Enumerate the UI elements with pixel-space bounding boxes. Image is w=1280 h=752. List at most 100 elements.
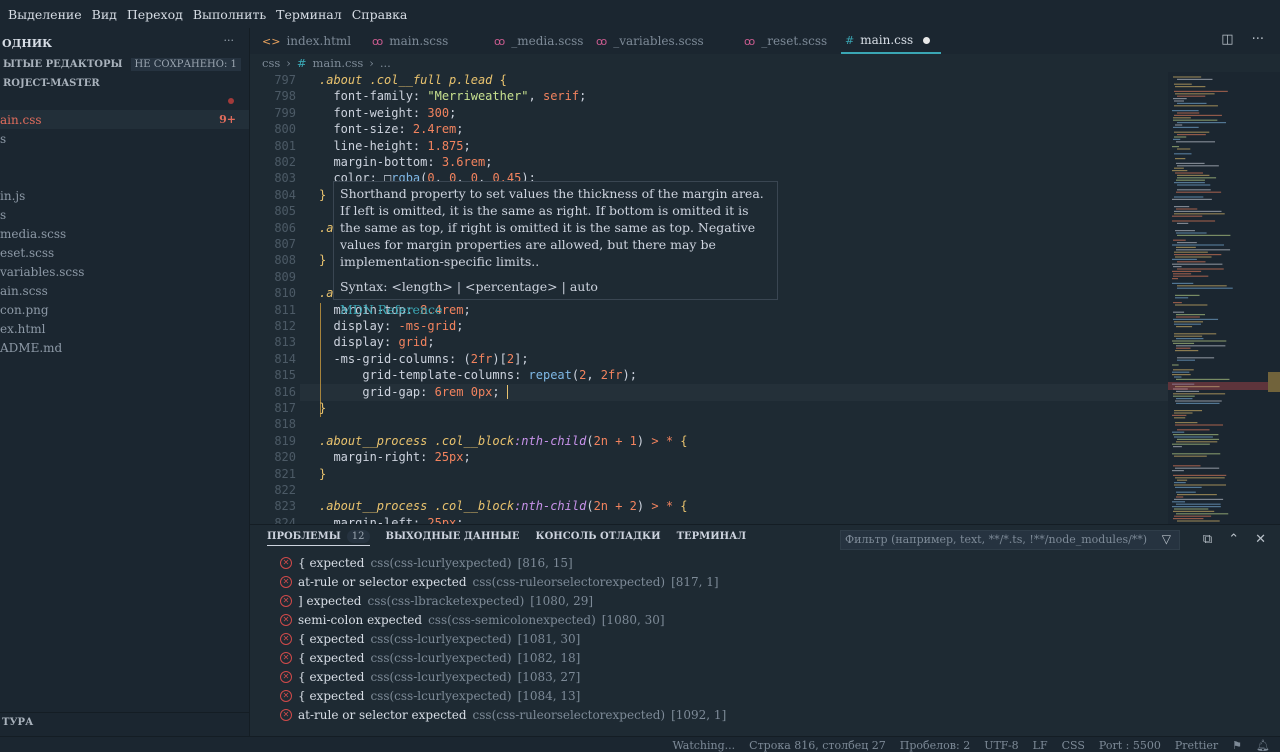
problem-item[interactable]: ✕ at-rule or selector expected css(css-rul…: [280, 572, 719, 591]
menu-item-run[interactable]: Выполнить: [193, 7, 266, 22]
file-tree-item[interactable]: media.scss: [0, 224, 249, 243]
problem-item[interactable]: ✕ { expected css(css-lcurlyexpected) [1081,…: [280, 629, 580, 648]
file-tree-item[interactable]: ain.css 9+: [0, 110, 249, 129]
problem-item[interactable]: ✕ semi-colon expected css(css-semicolonexp…: [280, 610, 665, 629]
problems-filter-input[interactable]: Фильтр (например, text, **/*.ts, !**/nod…: [840, 530, 1180, 550]
code-line[interactable]: }: [319, 253, 326, 267]
cursor-position[interactable]: Строка 816, столбец 27: [749, 739, 886, 752]
language-mode[interactable]: CSS: [1062, 739, 1085, 752]
file-tree-item[interactable]: s: [0, 129, 249, 148]
maximize-panel-icon[interactable]: ⌃: [1228, 532, 1239, 547]
problem-item[interactable]: ✕ { expected css(css-lcurlyexpected) [1083,…: [280, 667, 580, 686]
menu-item-go[interactable]: Переход: [127, 7, 183, 22]
open-editors-section[interactable]: ЫТЫЕ РЕДАКТОРЫ НЕ СОХРАНЕНО: 1: [0, 55, 249, 73]
code-line[interactable]: grid-template-columns: repeat(2, 2fr);: [319, 368, 637, 382]
file-tree-item[interactable]: variables.scss: [0, 262, 249, 281]
minimap-line: [1175, 256, 1212, 258]
minimap-line: [1173, 342, 1195, 344]
file-tree-item[interactable]: ex.html: [0, 319, 249, 338]
unsaved-dot-icon[interactable]: [923, 36, 931, 44]
indentation[interactable]: Пробелов: 2: [900, 739, 970, 752]
minimap-line: [1172, 414, 1187, 416]
problem-code: css(css-ruleorselectorexpected): [472, 707, 666, 722]
code-line[interactable]: -ms-grid-columns: (2fr)[2];: [319, 352, 528, 366]
breadcrumb-file[interactable]: main.css: [313, 56, 364, 70]
project-folder[interactable]: ROJECT-MASTER: [0, 74, 249, 92]
breadcrumb-more[interactable]: ...: [380, 56, 391, 70]
line-endings[interactable]: LF: [1033, 739, 1048, 752]
file-tree-item[interactable]: in.js: [0, 186, 249, 205]
code-line[interactable]: }: [319, 188, 326, 202]
code-line[interactable]: margin-bottom: 3.6rem;: [319, 155, 492, 169]
file-tree-item[interactable]: ADME.md: [0, 338, 249, 357]
file-tree-item[interactable]: s: [0, 205, 249, 224]
tab-variables-scss[interactable]: ꝏ _variables.scss: [596, 28, 704, 54]
code-line[interactable]: .a: [319, 221, 333, 235]
minimap-line: [1176, 162, 1205, 164]
menu-item-terminal[interactable]: Терминал: [276, 7, 342, 22]
filter-icon[interactable]: ▽: [1162, 532, 1171, 546]
tab-reset-scss[interactable]: ꝏ _reset.scss: [744, 28, 827, 54]
outline-section[interactable]: ТУРА: [0, 712, 249, 732]
tab-main-scss[interactable]: ꝏ main.scss: [372, 28, 448, 54]
minimap-line: [1177, 261, 1206, 263]
encoding[interactable]: UTF-8: [984, 739, 1018, 752]
minimap-line: [1173, 302, 1182, 304]
feedback-icon[interactable]: ⚑: [1232, 739, 1242, 752]
tab-terminal[interactable]: ТЕРМИНАЛ: [677, 531, 747, 546]
menu-item-selection[interactable]: Выделение: [8, 7, 82, 22]
notifications-icon[interactable]: 🔔︎: [1256, 739, 1270, 752]
minimap-line: [1174, 254, 1222, 256]
problem-item[interactable]: ✕ { expected css(css-lcurlyexpected) [1084,…: [280, 686, 580, 705]
prettier-status[interactable]: Prettier: [1175, 739, 1218, 752]
minimap-line: [1173, 119, 1218, 121]
code-line[interactable]: }: [319, 467, 326, 481]
tab-main-css[interactable]: # main.css: [841, 28, 941, 54]
minimap-line: [1176, 338, 1204, 340]
menu-item-view[interactable]: Вид: [92, 7, 117, 22]
code-line[interactable]: .about__process .col__block:nth-child(2n…: [319, 499, 688, 513]
tab-index-html[interactable]: <> index.html: [262, 28, 351, 54]
close-panel-icon[interactable]: ✕: [1255, 532, 1266, 547]
tab-media-scss[interactable]: ꝏ _media.scss: [494, 28, 583, 54]
problem-item[interactable]: ✕ at-rule or selector expected css(css-rul…: [280, 705, 726, 724]
problem-item[interactable]: ✕ { expected css(css-lcurlyexpected) [1082,…: [280, 648, 580, 667]
more-actions-icon[interactable]: ···: [1252, 32, 1264, 47]
tab-debug-console[interactable]: КОНСОЛЬ ОТЛАДКИ: [536, 531, 661, 546]
code-line[interactable]: display: -ms-grid;: [319, 319, 463, 333]
file-tree-item[interactable]: [0, 148, 249, 167]
collapse-all-icon[interactable]: ⧉: [1203, 532, 1212, 547]
code-line[interactable]: margin-left: 25px;: [319, 516, 463, 524]
live-sass-watching[interactable]: Watching...: [672, 739, 735, 752]
code-line[interactable]: }: [319, 401, 326, 415]
more-actions-icon[interactable]: ···: [224, 34, 235, 47]
minimap-line: [1177, 112, 1200, 114]
scrollbar-thumb[interactable]: [1268, 372, 1280, 392]
code-line[interactable]: line-height: 1.875;: [319, 139, 470, 153]
minimap-line: [1177, 359, 1196, 361]
code-line[interactable]: .a: [319, 286, 333, 300]
minimap-line: [1173, 239, 1186, 241]
code-line[interactable]: display: grid;: [319, 335, 434, 349]
tab-output[interactable]: ВЫХОДНЫЕ ДАННЫЕ: [386, 531, 520, 546]
code-line[interactable]: .about .col__full p.lead {: [319, 73, 507, 87]
code-line[interactable]: .about__process .col__block:nth-child(2n…: [319, 434, 688, 448]
problem-item[interactable]: ✕] expected css(css-lbracketexpected) [108…: [280, 591, 593, 610]
file-tree-item[interactable]: ain.scss: [0, 281, 249, 300]
split-editor-icon[interactable]: ◫: [1221, 32, 1233, 47]
code-line[interactable]: grid-gap: 6rem 0px;: [319, 385, 499, 399]
file-tree-item[interactable]: eset.scss: [0, 243, 249, 262]
minimap[interactable]: [1168, 72, 1280, 524]
file-tree-item[interactable]: [0, 167, 249, 186]
code-line[interactable]: margin-right: 25px;: [319, 450, 470, 464]
file-tree-item[interactable]: con.png: [0, 300, 249, 319]
mdn-reference-link[interactable]: MDN Reference: [340, 301, 771, 318]
live-server-port[interactable]: Port : 5500: [1099, 739, 1161, 752]
code-line[interactable]: font-size: 2.4rem;: [319, 122, 463, 136]
tab-problems[interactable]: ПРОБЛЕМЫ 12: [267, 530, 370, 546]
code-line[interactable]: font-weight: 300;: [319, 106, 456, 120]
menu-item-help[interactable]: Справка: [352, 7, 408, 22]
problem-item[interactable]: ✕ { expected css(css-lcurlyexpected) [816, …: [280, 553, 573, 572]
breadcrumb-folder[interactable]: css: [262, 56, 280, 70]
code-line[interactable]: font-family: "Merriweather", serif;: [319, 89, 586, 103]
